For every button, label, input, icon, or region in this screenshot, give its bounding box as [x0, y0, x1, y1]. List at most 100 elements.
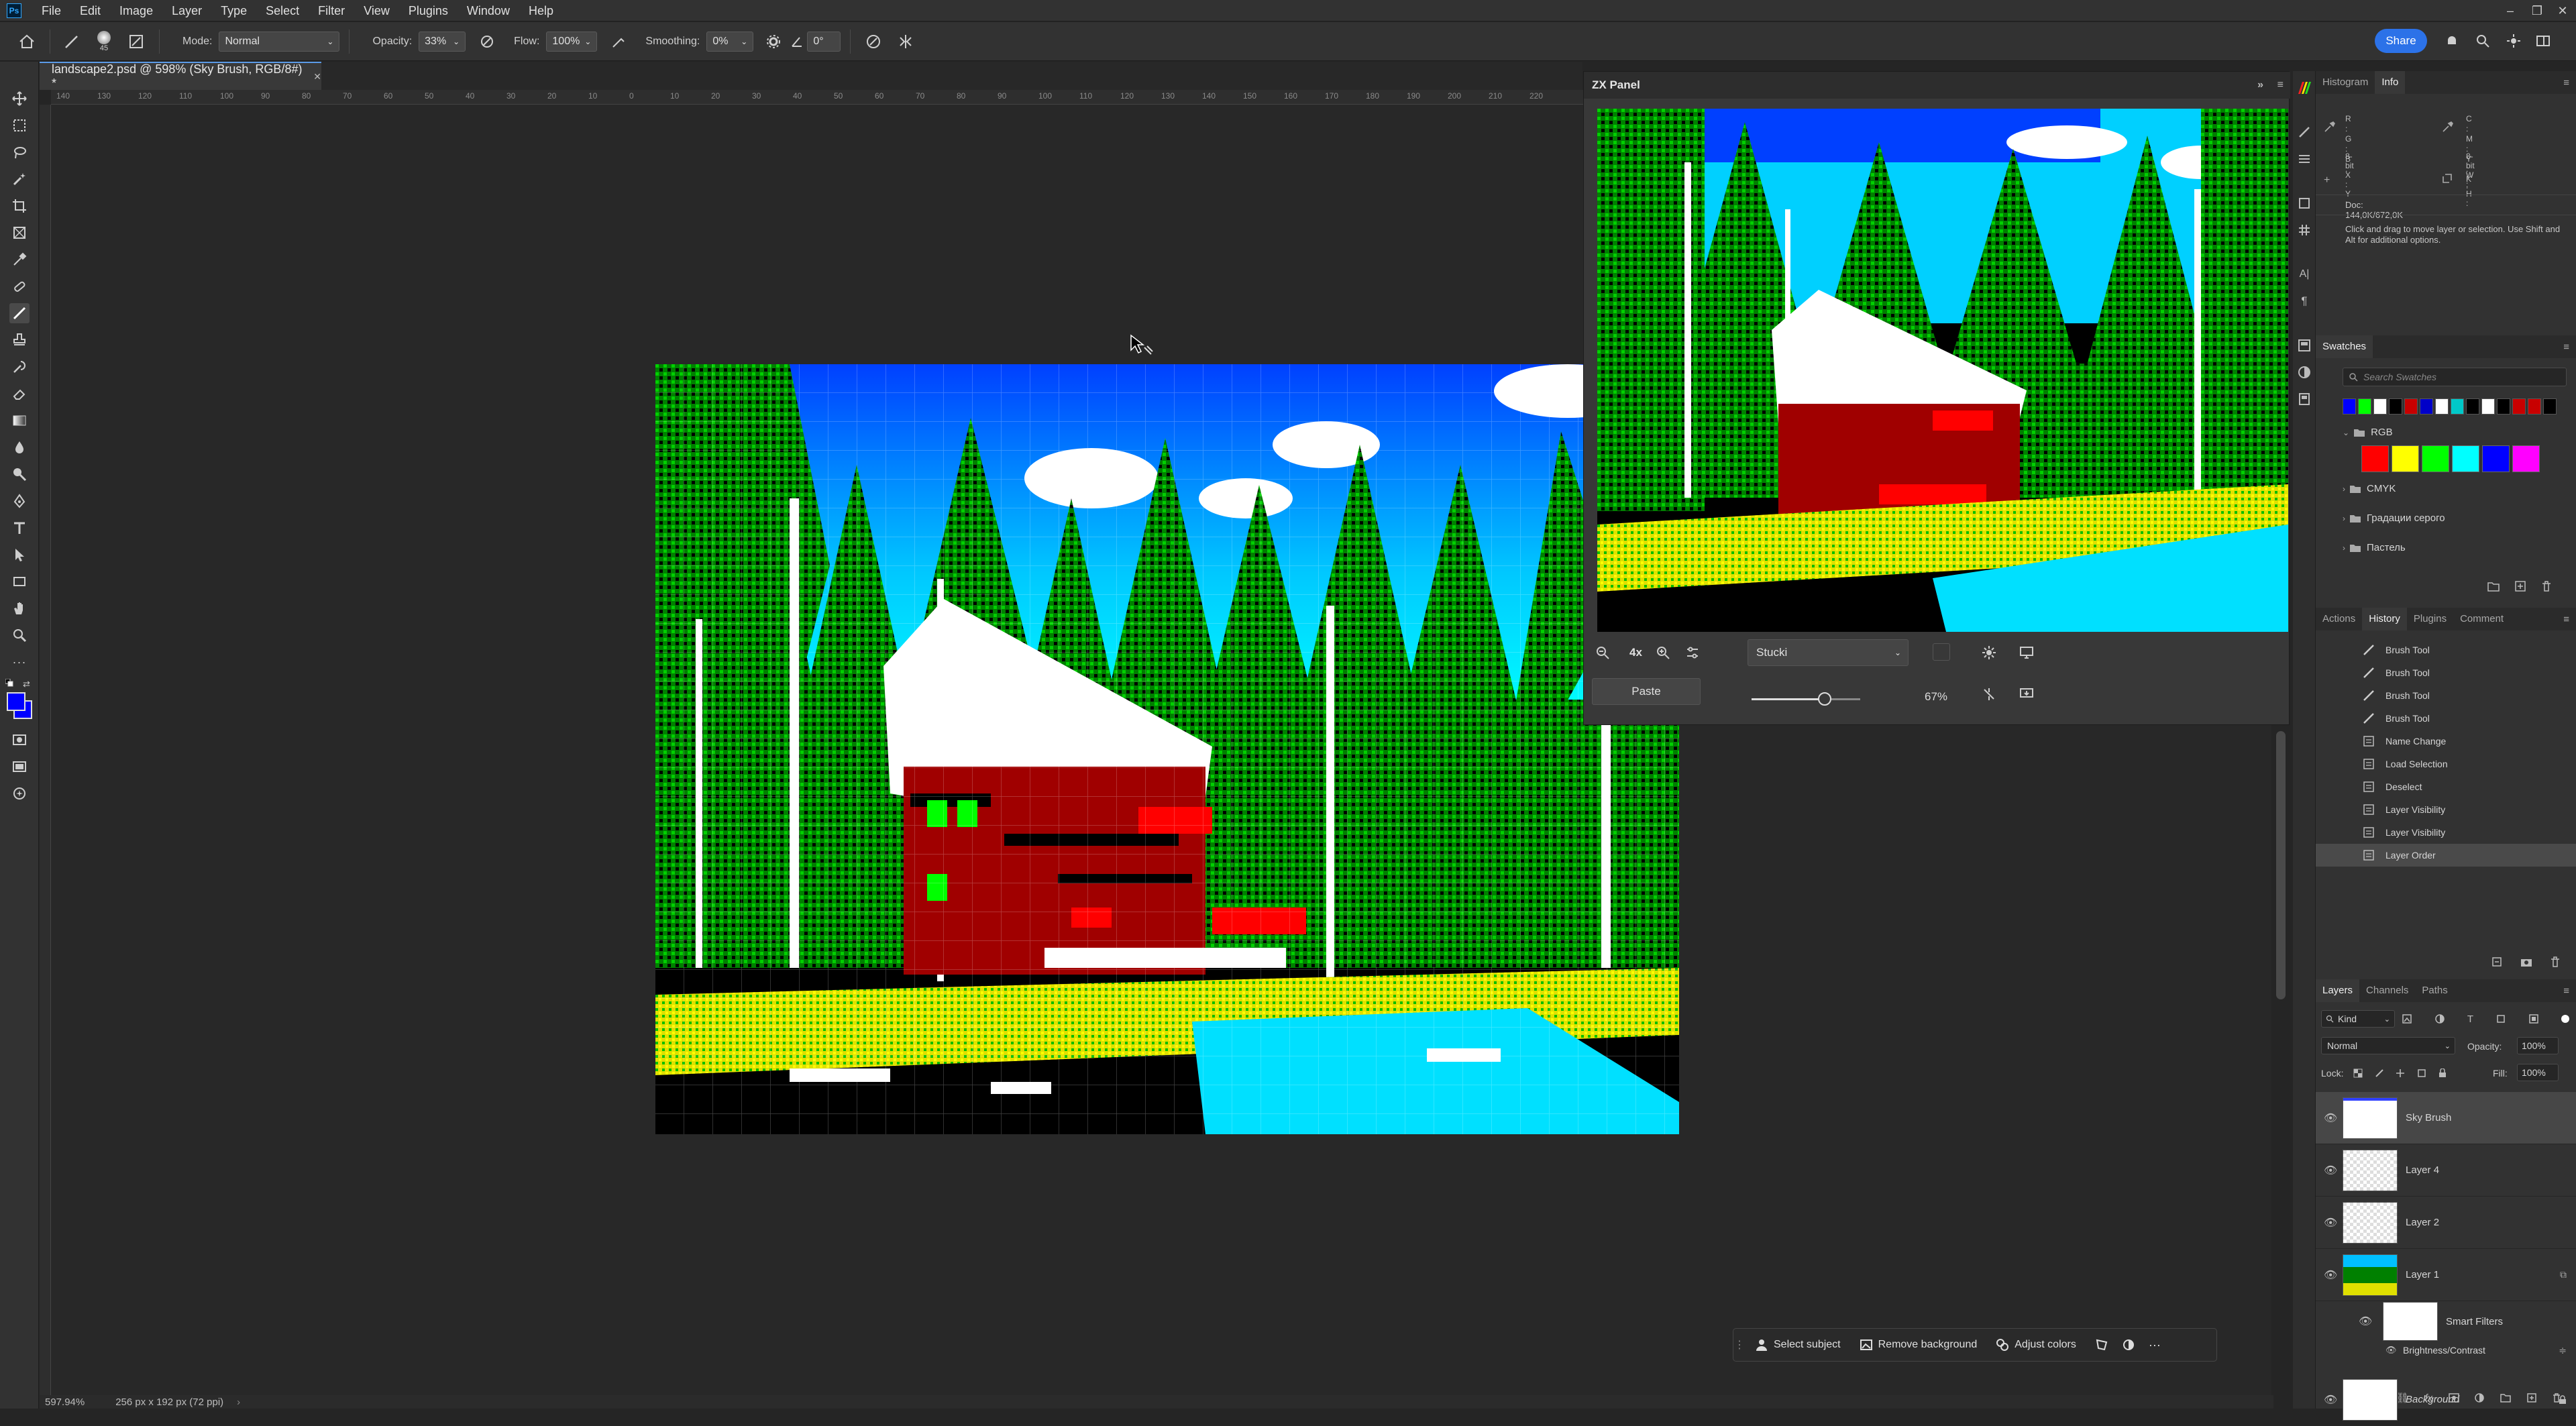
path-selection-icon[interactable] — [9, 545, 30, 565]
document-canvas-image[interactable] — [655, 364, 1679, 1134]
lock-transparent-icon[interactable] — [2353, 1068, 2363, 1078]
rectangle-tool-icon[interactable] — [9, 571, 30, 592]
swatch-chip[interactable] — [2528, 398, 2541, 415]
swatches-search-input[interactable]: Search Swatches — [2343, 368, 2567, 386]
smart-filters-row[interactable]: 👁 Smart Filters — [2316, 1301, 2576, 1341]
marquee-tool-icon[interactable] — [9, 115, 30, 135]
close-icon[interactable]: ✕ — [2542, 0, 2576, 21]
share-button[interactable]: Share — [2375, 29, 2427, 53]
export-screen-icon[interactable] — [2017, 685, 2036, 704]
fill-input[interactable]: 100% — [2517, 1064, 2559, 1081]
close-tab-icon[interactable]: ✕ — [313, 71, 321, 83]
mode-select[interactable]: Normal ⌄ — [219, 31, 340, 52]
swatch-chip[interactable] — [2392, 445, 2419, 472]
layer-name[interactable]: Sky Brush — [2406, 1112, 2451, 1123]
visibility-eye-icon[interactable]: 👁 — [2324, 1393, 2337, 1407]
swatch-chip[interactable] — [2497, 398, 2510, 415]
frame-tool-icon[interactable] — [9, 223, 30, 243]
visibility-eye-icon[interactable]: 👁 — [2324, 1216, 2337, 1229]
swatch-chip[interactable] — [2343, 398, 2356, 415]
healing-brush-icon[interactable] — [9, 276, 30, 296]
tab-channels[interactable]: Channels — [2359, 979, 2415, 1002]
history-item[interactable]: Brush Tool — [2316, 661, 2576, 684]
menu-filter[interactable]: Filter — [309, 0, 354, 21]
screen-preview-icon[interactable] — [2017, 643, 2036, 662]
swatch-chip[interactable] — [2373, 398, 2387, 415]
brush-settings-icon[interactable] — [123, 34, 150, 50]
filter-type-icon[interactable]: T — [2467, 1013, 2473, 1025]
tab-comment[interactable]: Comment — [2453, 608, 2510, 630]
home-icon[interactable] — [13, 34, 40, 49]
filter-pixel-icon[interactable] — [2402, 1013, 2412, 1024]
eyedropper-icon[interactable] — [9, 250, 30, 270]
magic-wand-icon[interactable] — [9, 169, 30, 189]
zoom-status[interactable]: 597.94% — [45, 1396, 85, 1408]
swatch-chip[interactable] — [2361, 445, 2389, 472]
zoom-tool-icon[interactable] — [9, 625, 30, 645]
discover-icon[interactable] — [2504, 31, 2524, 51]
fx-icon[interactable]: fx — [2424, 1392, 2432, 1404]
menu-file[interactable]: File — [32, 0, 70, 21]
hand-tool-icon[interactable] — [9, 598, 30, 618]
vertical-scrollbar[interactable] — [2276, 731, 2286, 999]
info-panel-menu-icon[interactable]: ≡ — [2563, 77, 2569, 89]
swatch-group-grayscale[interactable]: › Градации серого — [2343, 512, 2445, 524]
zoom-out-icon[interactable] — [1593, 643, 1612, 662]
menu-view[interactable]: View — [354, 0, 399, 21]
pixel-toggle-icon[interactable] — [1980, 685, 1998, 704]
menu-select[interactable]: Select — [256, 0, 309, 21]
gradient-tool-icon[interactable] — [9, 410, 30, 431]
layer-row-layer-2[interactable]: 👁 Layer 2 — [2316, 1197, 2576, 1249]
drag-handle-icon[interactable]: ⋮ — [1733, 1338, 1746, 1352]
transform-icon[interactable] — [2086, 1328, 2118, 1362]
menu-edit[interactable]: Edit — [70, 0, 110, 21]
history-item[interactable]: Name Change — [2316, 730, 2576, 753]
generative-icon[interactable] — [9, 783, 30, 804]
crop-tool-icon[interactable] — [9, 196, 30, 216]
swatch-chip[interactable] — [2512, 445, 2540, 472]
swatches-panel-icon[interactable] — [2297, 338, 2312, 353]
symmetry-icon[interactable] — [892, 34, 919, 50]
status-expand-icon[interactable]: › — [237, 1396, 240, 1408]
properties-panel-icon[interactable] — [2297, 152, 2312, 166]
swatch-group-pastel[interactable]: › Пастель — [2343, 542, 2406, 553]
layer-filter-kind-select[interactable]: Kind ⌄ — [2321, 1010, 2395, 1028]
swatch-chip[interactable] — [2481, 398, 2495, 415]
tab-actions[interactable]: Actions — [2316, 608, 2362, 630]
eraser-icon[interactable] — [9, 384, 30, 404]
panel-menu-icon[interactable]: ≡ — [2277, 79, 2284, 91]
opacity-input[interactable]: 33% ⌄ — [419, 31, 466, 52]
workspace-icon[interactable] — [2533, 31, 2553, 51]
zx-plugin-icon[interactable] — [2297, 80, 2312, 95]
smoothing-settings-gear-icon[interactable] — [760, 34, 787, 49]
adjust-colors-button[interactable]: Adjust colors — [1986, 1328, 2086, 1362]
zoom-in-icon[interactable] — [1654, 643, 1672, 662]
adjustments-icon[interactable] — [1683, 643, 1702, 662]
history-item[interactable]: Brush Tool — [2316, 639, 2576, 661]
filter-row-brightness-contrast[interactable]: 👁 Brightness/Contrast ≑ — [2316, 1341, 2576, 1359]
swatch-chip[interactable] — [2543, 398, 2557, 415]
layer-name[interactable]: Layer 2 — [2406, 1217, 2439, 1228]
airbrush-icon[interactable] — [605, 34, 632, 49]
search-icon[interactable] — [2473, 31, 2493, 51]
swatch-chip[interactable] — [2451, 398, 2464, 415]
history-brush-icon[interactable] — [9, 357, 30, 377]
paragraph-panel-icon[interactable]: ¶ — [2297, 294, 2312, 309]
blend-mode-select[interactable]: Normal ⌄ — [2321, 1037, 2455, 1054]
screen-mode-icon[interactable] — [9, 757, 30, 777]
swatch-chip[interactable] — [2452, 445, 2479, 472]
swatch-chip[interactable] — [2358, 398, 2371, 415]
visibility-eye-icon[interactable]: 👁 — [2385, 1345, 2397, 1356]
swatch-chip[interactable] — [2389, 398, 2402, 415]
lasso-tool-icon[interactable] — [9, 142, 30, 162]
filter-name[interactable]: Brightness/Contrast — [2403, 1345, 2485, 1356]
delete-swatch-icon[interactable] — [2541, 581, 2552, 597]
filter-smart-object-icon[interactable] — [2528, 1013, 2539, 1024]
history-item[interactable]: Layer Order — [2316, 844, 2576, 867]
tab-paths[interactable]: Paths — [2415, 979, 2454, 1002]
add-mask-icon[interactable] — [2448, 1393, 2459, 1403]
tab-histogram[interactable]: Histogram — [2316, 71, 2375, 94]
patterns-panel-icon[interactable] — [2297, 392, 2312, 406]
new-swatch-icon[interactable] — [2515, 581, 2526, 597]
character-panel-icon[interactable]: A| — [2297, 267, 2312, 282]
